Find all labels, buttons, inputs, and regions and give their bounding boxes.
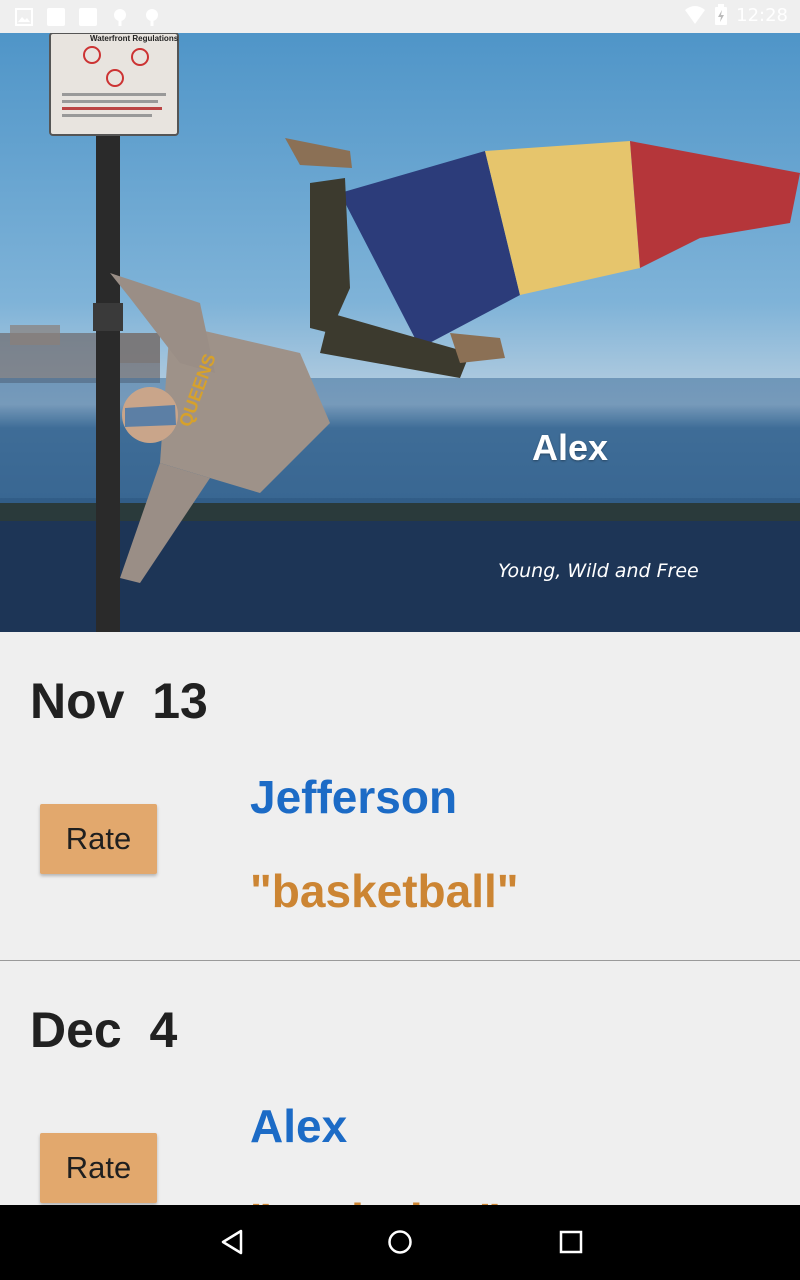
entry-name: Jefferson	[250, 771, 458, 823]
system-status: 12:28	[684, 4, 788, 26]
hero-title: Alex	[532, 427, 609, 468]
battery-icon	[715, 4, 728, 25]
entry-list: Nov 13 Rate Jefferson "basketball" Dec 4…	[0, 632, 800, 1206]
notification-icons	[14, 7, 162, 27]
square-icon	[79, 8, 97, 26]
entry-date: Nov 13	[30, 673, 208, 729]
rate-button[interactable]: Rate	[40, 804, 157, 874]
clock: 12:28	[736, 4, 788, 26]
entry-date: Dec 4	[30, 1002, 178, 1058]
back-icon[interactable]	[217, 1227, 247, 1257]
list-item: Dec 4 Rate Alex "exploring"	[0, 961, 800, 1206]
wifi-icon	[685, 6, 706, 24]
entry-name: Alex	[250, 1100, 348, 1152]
hero-subtitle: Young, Wild and Free	[498, 560, 699, 582]
entry-quote: "basketball"	[250, 865, 519, 917]
hero-image: Waterfront Regulations QUEENS Alex Young…	[0, 33, 800, 632]
list-item: Nov 13 Rate Jefferson "basketball"	[0, 632, 800, 961]
square-icon	[47, 8, 65, 26]
android-icon	[114, 9, 126, 26]
android-icon	[146, 9, 158, 26]
home-icon[interactable]	[385, 1227, 415, 1257]
sign-title: Waterfront Regulations	[90, 34, 179, 43]
hero-photo: Waterfront Regulations QUEENS	[0, 33, 800, 632]
status-bar: 12:28	[0, 0, 800, 33]
navigation-bar	[0, 1205, 800, 1280]
image-icon	[15, 8, 33, 26]
rate-button[interactable]: Rate	[40, 1133, 157, 1203]
recents-icon[interactable]	[556, 1227, 586, 1257]
